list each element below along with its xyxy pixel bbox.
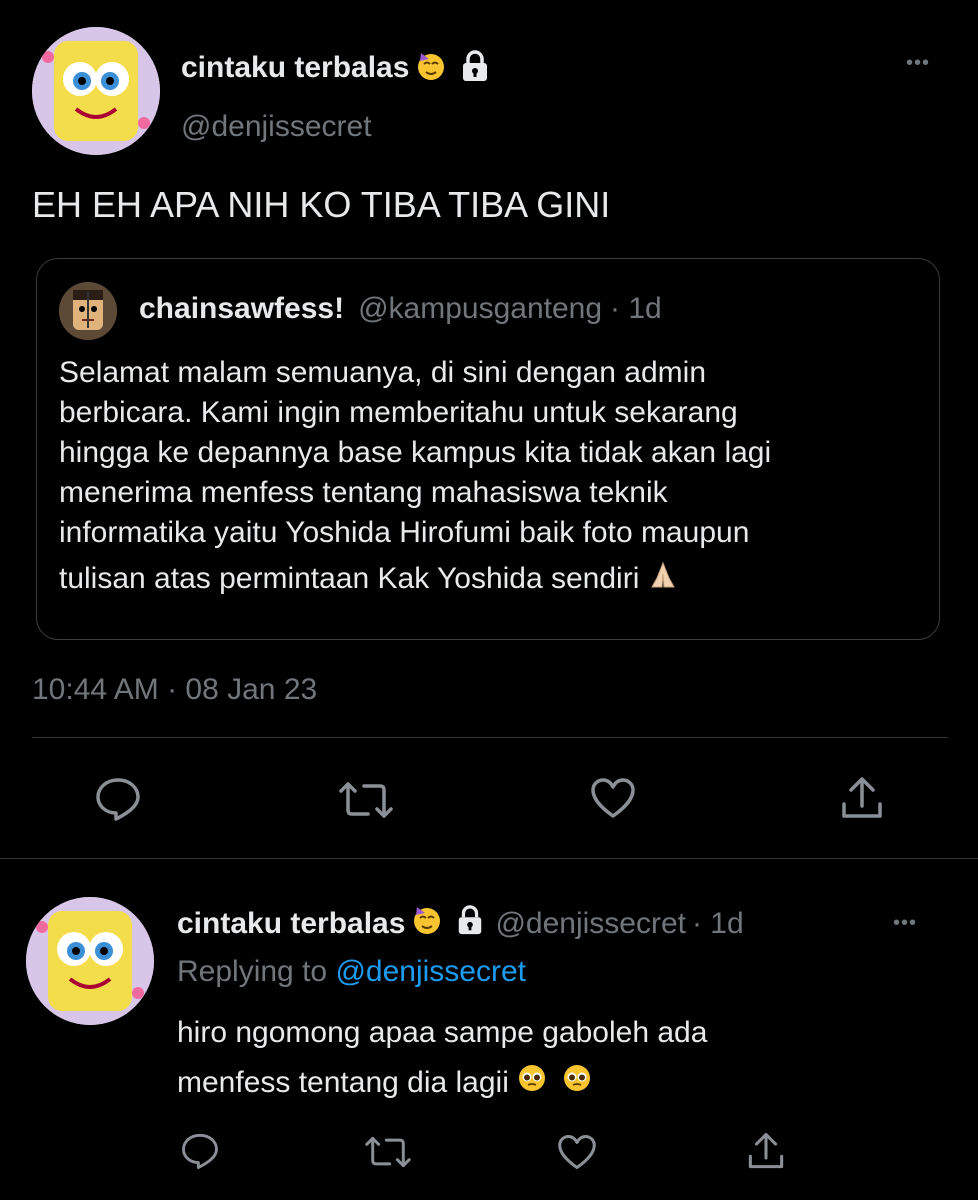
party-face-icon [411, 904, 443, 944]
party-face-icon [415, 50, 447, 87]
quoted-line: informatika yaitu Yoshida Hirofumi baik … [59, 516, 750, 549]
replying-to-label: Replying to [177, 955, 328, 988]
reply-icon[interactable] [94, 776, 142, 822]
reply-handle[interactable]: @denjissecret [495, 907, 686, 941]
pleading-face-icon [517, 1059, 547, 1109]
timestamp[interactable]: 10:44 AM · 08 Jan 23 [32, 673, 317, 707]
display-name[interactable]: cintaku terbalas [181, 51, 409, 85]
quoted-display-name[interactable]: chainsawfess! [139, 292, 344, 326]
reply-text: hiro ngomong apaa sampe gaboleh ada menf… [177, 1008, 707, 1109]
reply-line: hiro ngomong apaa sampe gaboleh ada [177, 1016, 708, 1049]
reply-icon[interactable] [180, 1132, 220, 1170]
share-icon[interactable] [746, 1130, 786, 1172]
divider [32, 737, 948, 738]
tweet-text: EH EH APA NIH KO TIBA TIBA GINI [32, 184, 611, 225]
quoted-handle[interactable]: @kampusganteng [358, 292, 602, 326]
quoted-line: tulisan atas permintaan Kak Yoshida send… [59, 562, 640, 595]
quoted-avatar[interactable] [59, 282, 117, 340]
more-options-icon[interactable]: ••• [893, 912, 917, 935]
handle[interactable]: @denjissecret [181, 110, 372, 144]
divider [0, 858, 978, 859]
lock-icon [455, 904, 485, 944]
lock-icon [459, 49, 491, 88]
reply-avatar[interactable] [26, 897, 154, 1025]
quoted-text: Selamat malam semuanya, di sini dengan a… [59, 353, 929, 601]
like-icon[interactable] [556, 1133, 598, 1171]
retweet-icon[interactable] [338, 780, 394, 820]
reply-line: menfess tentang dia lagii [177, 1066, 509, 1099]
praying-hands-icon [648, 560, 678, 601]
quoted-line: hingga ke depannya base kampus kita tida… [59, 436, 772, 469]
reply-display-name[interactable]: cintaku terbalas [177, 907, 405, 941]
quoted-line: Selamat malam semuanya, di sini dengan a… [59, 356, 707, 389]
avatar[interactable] [32, 27, 160, 155]
reply-age: · 1d [691, 907, 744, 940]
pleading-face-icon [562, 1059, 592, 1109]
quoted-age: · 1d [610, 292, 662, 325]
share-icon[interactable] [839, 774, 885, 822]
more-options-icon[interactable]: ••• [906, 52, 930, 75]
quoted-line: berbicara. Kami ingin memberitahu untuk … [59, 396, 738, 429]
retweet-icon[interactable] [364, 1135, 412, 1169]
quoted-line: menerima menfess tentang mahasiswa tekni… [59, 476, 668, 509]
like-icon[interactable] [589, 776, 637, 820]
replying-to-handle[interactable]: @denjissecret [335, 955, 526, 988]
